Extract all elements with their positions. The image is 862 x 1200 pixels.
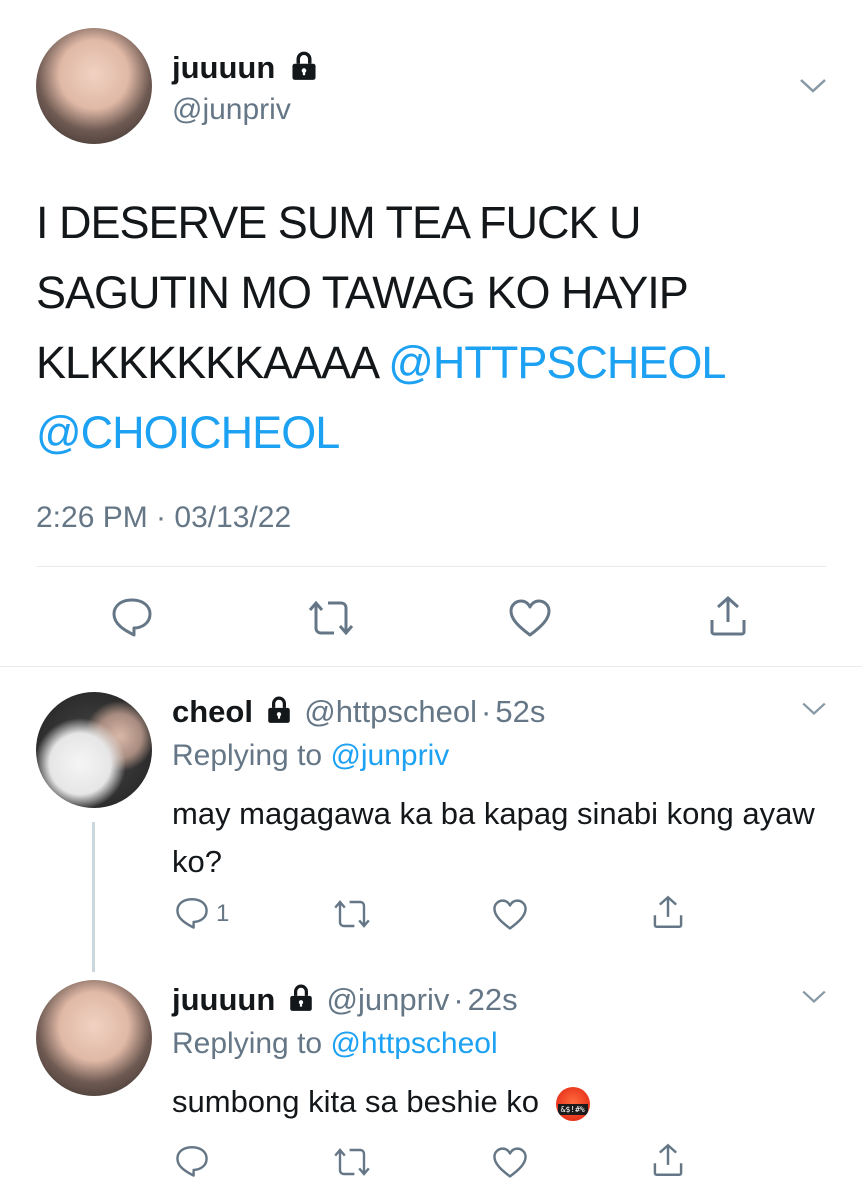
main-tweet-avatar[interactable] [36,28,152,144]
share-icon[interactable] [706,594,750,638]
reply-count: 1 [216,900,230,927]
chevron-down-icon[interactable] [800,988,828,1006]
retweet-icon[interactable] [330,1146,374,1178]
chevron-down-icon[interactable] [800,700,828,718]
separator-dot: · [481,694,492,729]
main-tweet-timestamp[interactable]: 2:26 PM · 03/13/22 [36,500,291,536]
main-tweet-text: I DESERVE SUM TEA FUCK U SAGUTIN MO TAWA… [36,188,836,468]
replying-label: Replying to [172,739,323,772]
thread-connector-line [92,822,95,972]
lock-icon [288,984,314,1020]
reply-icon[interactable] [174,1144,210,1178]
reply-2-replying-to: Replying to @httpscheol [172,1026,498,1062]
share-icon[interactable] [650,1142,686,1178]
reply-1-avatar[interactable] [36,692,152,808]
reply-1-handle[interactable]: @httpscheol [304,694,477,729]
like-icon[interactable] [508,598,552,638]
replying-mention[interactable]: @httpscheol [330,1027,497,1060]
reply-2-header: juuuun @junpriv · 22s [172,982,518,1020]
main-tweet-line-2: SAGUTIN MO TAWAG KO HAYIP [36,267,689,318]
mention-choicheol[interactable]: @CHOICHEOL [36,398,836,468]
reply-2-time[interactable]: 22s [468,982,518,1017]
replying-label: Replying to [172,1027,323,1060]
reply-2-avatar[interactable] [36,980,152,1096]
retweet-icon[interactable] [330,898,374,930]
angry-face-emoji: &$!#% [555,1086,590,1121]
emoji-symbols: &$!#% [557,1103,588,1115]
replying-mention[interactable]: @junpriv [330,739,449,772]
share-icon[interactable] [650,894,686,930]
reply-icon[interactable] [174,896,210,930]
reply-1-replying-to: Replying to @junpriv [172,738,449,774]
section-divider [0,666,862,667]
chevron-down-icon[interactable] [798,76,828,96]
mention-httpscheol[interactable]: @HTTPSCHEOL [388,337,726,388]
reply-icon[interactable] [110,596,154,638]
reply-2-text-row: sumbong kita sa beshie ko &$!#% [172,1078,590,1126]
main-tweet-line-1: I DESERVE SUM TEA FUCK U [36,197,641,248]
separator-dot: · [453,982,464,1017]
reply-1-header: cheol @httpscheol · 52s [172,694,545,732]
lock-icon [290,51,318,89]
divider [36,566,826,567]
reply-2-handle[interactable]: @junpriv [327,982,450,1017]
lock-icon [266,696,292,732]
like-icon[interactable] [492,898,528,931]
main-tweet-author[interactable]: juuuun [172,50,318,89]
retweet-icon[interactable] [304,598,358,638]
reply-1-text: may magagawa ka ba kapag sinabi kong aya… [172,796,815,879]
reply-1-display-name[interactable]: cheol [172,694,253,729]
reply-1-time[interactable]: 52s [495,694,545,729]
main-tweet-line-3: KLKKKKKKAAAA [36,337,378,388]
reply-2-display-name[interactable]: juuuun [172,982,275,1017]
main-tweet-display-name[interactable]: juuuun [172,50,275,85]
like-icon[interactable] [492,1146,528,1179]
main-tweet-handle[interactable]: @junpriv [172,92,291,128]
reply-2-text: sumbong kita sa beshie ko [172,1084,540,1119]
